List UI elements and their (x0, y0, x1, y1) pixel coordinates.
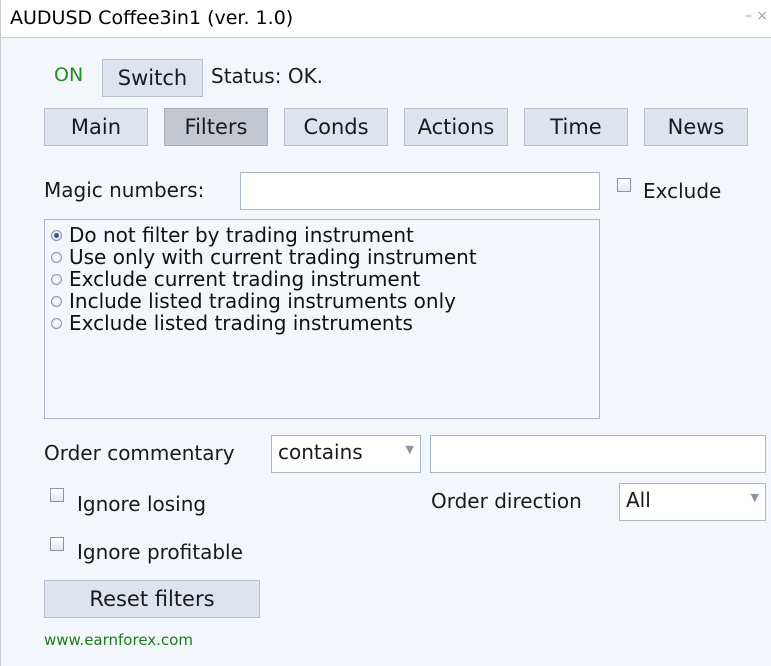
comment-text-input[interactable] (430, 435, 766, 473)
tab-filters[interactable]: Filters (164, 108, 268, 146)
radio-option-no-filter[interactable]: Do not filter by trading instrument (51, 223, 414, 247)
reset-filters-button[interactable]: Reset filters (44, 580, 260, 618)
tab-actions[interactable]: Actions (404, 108, 508, 146)
tab-time[interactable]: Time (524, 108, 628, 146)
exclude-checkbox[interactable] (617, 178, 631, 192)
ignore-profitable-checkbox[interactable] (50, 537, 64, 551)
status-text: Status: OK. (211, 64, 324, 88)
switch-button[interactable]: Switch (102, 59, 203, 97)
ignore-profitable-label: Ignore profitable (77, 540, 243, 564)
order-direction-value: All (626, 488, 651, 512)
exclude-label: Exclude (643, 179, 722, 203)
magic-numbers-input[interactable] (240, 172, 600, 210)
comment-mode-value: contains (278, 440, 363, 464)
earnforex-link[interactable]: www.earnforex.com (44, 631, 193, 649)
order-direction-select[interactable]: All ▼ (619, 483, 766, 521)
instrument-filter-list: Do not filter by trading instrument Use … (44, 219, 600, 419)
radio-option-exclude-listed[interactable]: Exclude listed trading instruments (51, 311, 413, 335)
radio-icon (51, 251, 62, 263)
radio-option-include-listed[interactable]: Include listed trading instruments only (51, 289, 456, 313)
tab-news[interactable]: News (644, 108, 748, 146)
ea-panel: AUDUSD Coffee3in1 (ver. 1.0) – × ON Swit… (0, 0, 771, 666)
radio-icon (51, 317, 62, 329)
window-title: AUDUSD Coffee3in1 (ver. 1.0) (10, 7, 294, 29)
tab-main[interactable]: Main (44, 108, 148, 146)
magic-numbers-label: Magic numbers: (44, 178, 205, 202)
chevron-down-icon: ▼ (750, 491, 759, 504)
chevron-down-icon: ▼ (405, 443, 414, 456)
title-bar[interactable]: AUDUSD Coffee3in1 (ver. 1.0) – × (1, 0, 771, 38)
ignore-losing-checkbox[interactable] (50, 488, 64, 502)
window-controls-icon[interactable]: – × (745, 8, 768, 24)
ignore-losing-label: Ignore losing (77, 492, 207, 516)
tab-conds[interactable]: Conds (284, 108, 388, 146)
radio-icon (51, 273, 62, 285)
radio-option-exclude-current[interactable]: Exclude current trading instrument (51, 267, 420, 291)
on-indicator: ON (54, 64, 84, 86)
radio-option-current-only[interactable]: Use only with current trading instrument (51, 245, 477, 269)
comment-mode-select[interactable]: contains ▼ (271, 435, 421, 473)
radio-checked-icon (51, 229, 62, 241)
order-direction-label: Order direction (431, 489, 582, 513)
radio-icon (51, 295, 62, 307)
order-commentary-label: Order commentary (44, 441, 235, 465)
